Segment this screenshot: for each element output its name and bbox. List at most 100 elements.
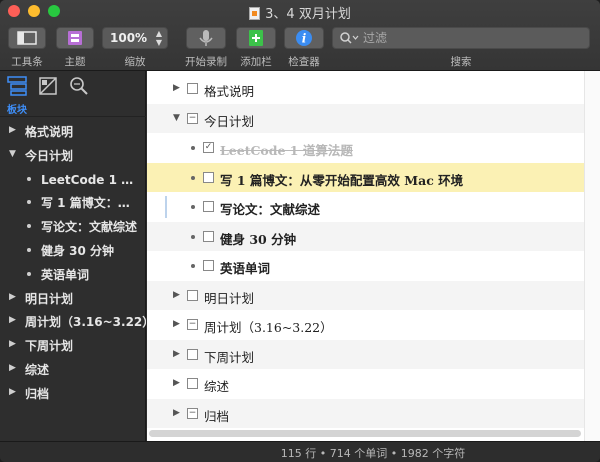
task-checkbox[interactable] — [203, 171, 214, 183]
bullet-icon — [27, 176, 31, 181]
add-bar-label: 添加栏 — [240, 56, 272, 68]
document-icon — [249, 7, 261, 20]
sidebar-item-label: 今日计划 — [25, 148, 74, 163]
disclosure-collapsed-icon[interactable]: ▶ — [173, 290, 180, 300]
add-bar-icon — [249, 30, 263, 46]
theme-icon — [68, 31, 82, 45]
toolbar-toggle-label: 工具条 — [11, 56, 43, 68]
task-checkbox[interactable]: − — [187, 407, 198, 419]
task-checkbox[interactable] — [187, 83, 198, 94]
theme-label: 主题 — [64, 56, 86, 68]
bullet-icon — [191, 264, 195, 268]
disclosure-collapsed-icon[interactable]: ▶ — [9, 387, 16, 397]
task-checkbox[interactable] — [187, 348, 198, 360]
disclosure-collapsed-icon[interactable]: ▶ — [9, 339, 16, 349]
outline-row[interactable]: ▶ 格式说明 — [147, 74, 584, 104]
sidebar-item[interactable]: ▶ 明日计划 — [0, 286, 146, 310]
microphone-icon — [199, 30, 213, 46]
outline-row[interactable]: 健身 30 分钟 — [147, 221, 584, 251]
sidebar-tab-search[interactable] — [68, 75, 90, 97]
disclosure-collapsed-icon[interactable]: ▶ — [173, 408, 180, 418]
add-bar-button[interactable] — [236, 27, 276, 49]
sidebar-item[interactable]: 写论文：文献综述 — [0, 214, 146, 238]
outline-row-text[interactable]: 周计划（3.16~3.22） — [204, 317, 333, 336]
task-checkbox[interactable]: − — [187, 319, 198, 330]
vertical-scrollbar[interactable] — [584, 71, 600, 441]
outline-row-text[interactable]: 写 1 篇博文：从零开始配置高效 Mac 环境 — [220, 170, 463, 189]
bullet-icon — [27, 247, 31, 252]
outline-row-text[interactable]: 下周计划 — [204, 347, 254, 366]
sidebar-item-label: 写论文：文献综述 — [41, 220, 138, 235]
outline-row-text[interactable]: 今日计划 — [204, 111, 254, 130]
outline-row-text[interactable]: 归档 — [204, 406, 229, 425]
task-checkbox[interactable]: − — [187, 112, 198, 124]
outline-row[interactable]: ▶ − 归档 — [147, 398, 584, 428]
outline-row[interactable]: ▶ − 周计划（3.16~3.22） — [147, 310, 584, 340]
sidebar-item-label: LeetCode 1 道算法题 — [41, 172, 141, 187]
task-checkbox[interactable]: ✓ — [203, 142, 214, 153]
task-checkbox[interactable] — [187, 378, 198, 389]
sidebar-tab-tags[interactable] — [37, 75, 59, 97]
task-checkbox[interactable] — [203, 201, 214, 212]
outline-row[interactable]: 写论文：文献综述 — [147, 192, 584, 222]
disclosure-collapsed-icon[interactable]: ▶ — [9, 125, 16, 135]
sidebar-item[interactable]: 英语单词 — [0, 262, 146, 286]
sidebar-item-label: 周计划（3.16~3.22） — [25, 315, 146, 330]
sidebar-item[interactable]: 健身 30 分钟 — [0, 238, 146, 262]
disclosure-collapsed-icon[interactable]: ▶ — [173, 349, 180, 359]
app-window: 3、4 双月计划 工具条 主题 100% ▲ ▼ 缩放 开始录制 添加栏 i 检查器 — [0, 0, 600, 462]
tags-icon — [39, 77, 57, 95]
disclosure-expanded-icon[interactable]: ▼ — [173, 113, 180, 123]
window-title-text: 3、4 双月计划 — [265, 7, 351, 22]
outline-row[interactable]: ▼ − 今日计划 — [147, 103, 584, 133]
disclosure-collapsed-icon[interactable]: ▶ — [173, 319, 180, 329]
horizontal-scrollbar[interactable] — [149, 430, 581, 437]
outline-row[interactable]: ▶ 下周计划 — [147, 339, 584, 369]
outline-row[interactable]: 写 1 篇博文：从零开始配置高效 Mac 环境 — [147, 162, 584, 192]
sidebar-item-label: 英语单词 — [41, 267, 90, 282]
document-stats: 115 行 • 714 个单词 • 1982 个字符 — [280, 447, 466, 460]
sidebar-tabs — [0, 71, 146, 101]
sidebar-item[interactable]: 写 1 篇博文：从零开始配置高效 Mac 环境 — [0, 190, 146, 214]
sidebar-item[interactable]: ▶ 综述 — [0, 357, 146, 381]
outline-row-text[interactable]: 格式说明 — [204, 81, 254, 100]
outline-row[interactable]: 英语单词 — [147, 251, 584, 281]
outline-row-text[interactable]: 写论文：文献综述 — [220, 199, 320, 218]
sidebar-item-label: 归档 — [25, 386, 50, 401]
bullet-icon — [27, 224, 31, 229]
outline-row-text[interactable]: 综述 — [204, 376, 229, 395]
outline-row[interactable]: ✓ LeetCode 1 道算法题 — [147, 133, 584, 163]
disclosure-collapsed-icon[interactable]: ▶ — [173, 378, 180, 388]
outline-row-text[interactable]: 健身 30 分钟 — [220, 229, 296, 248]
sidebar-item[interactable]: ▶ 归档 — [0, 381, 146, 405]
theme-button[interactable] — [56, 27, 94, 49]
outline-row-text[interactable]: 明日计划 — [204, 288, 254, 307]
filter-input[interactable] — [363, 30, 583, 46]
task-checkbox[interactable] — [203, 230, 214, 242]
sidebar-item[interactable]: ▶ 格式说明 — [0, 119, 146, 143]
search-field[interactable] — [332, 27, 590, 49]
task-checkbox[interactable] — [187, 289, 198, 301]
sidebar-item[interactable]: ▶ 周计划（3.16~3.22） — [0, 309, 146, 333]
sidebar-tab-sections[interactable] — [6, 75, 28, 97]
zoom-select[interactable]: 100% ▲ ▼ — [102, 27, 168, 49]
outline-row-text[interactable]: 英语单词 — [220, 258, 270, 277]
outline-row-text[interactable]: LeetCode 1 道算法题 — [220, 140, 353, 159]
sidebar-item-label: 健身 30 分钟 — [41, 243, 115, 258]
outline-row[interactable]: ▶ 明日计划 — [147, 280, 584, 310]
bullet-icon — [27, 271, 31, 276]
disclosure-collapsed-icon[interactable]: ▶ — [173, 83, 180, 93]
sidebar-item[interactable]: ▶ 下周计划 — [0, 333, 146, 357]
inspector-button[interactable]: i — [284, 27, 324, 49]
sidebar-item[interactable]: ▼ 今日计划 — [0, 143, 146, 167]
outline-editor[interactable]: ▶ 格式说明 ▼ − 今日计划 ✓ LeetCode 1 道算法题写 1 篇博文：从零开始配… — [147, 71, 600, 441]
sidebar-item[interactable]: LeetCode 1 道算法题 — [0, 167, 146, 191]
disclosure-collapsed-icon[interactable]: ▶ — [9, 363, 16, 373]
outline-row[interactable]: ▶ 综述 — [147, 369, 584, 399]
disclosure-expanded-icon[interactable]: ▼ — [9, 149, 16, 159]
disclosure-collapsed-icon[interactable]: ▶ — [9, 292, 16, 302]
start-recording-button[interactable] — [186, 27, 226, 49]
task-checkbox[interactable] — [203, 260, 214, 271]
disclosure-collapsed-icon[interactable]: ▶ — [9, 315, 16, 325]
toolbar-toggle-button[interactable] — [8, 27, 46, 49]
